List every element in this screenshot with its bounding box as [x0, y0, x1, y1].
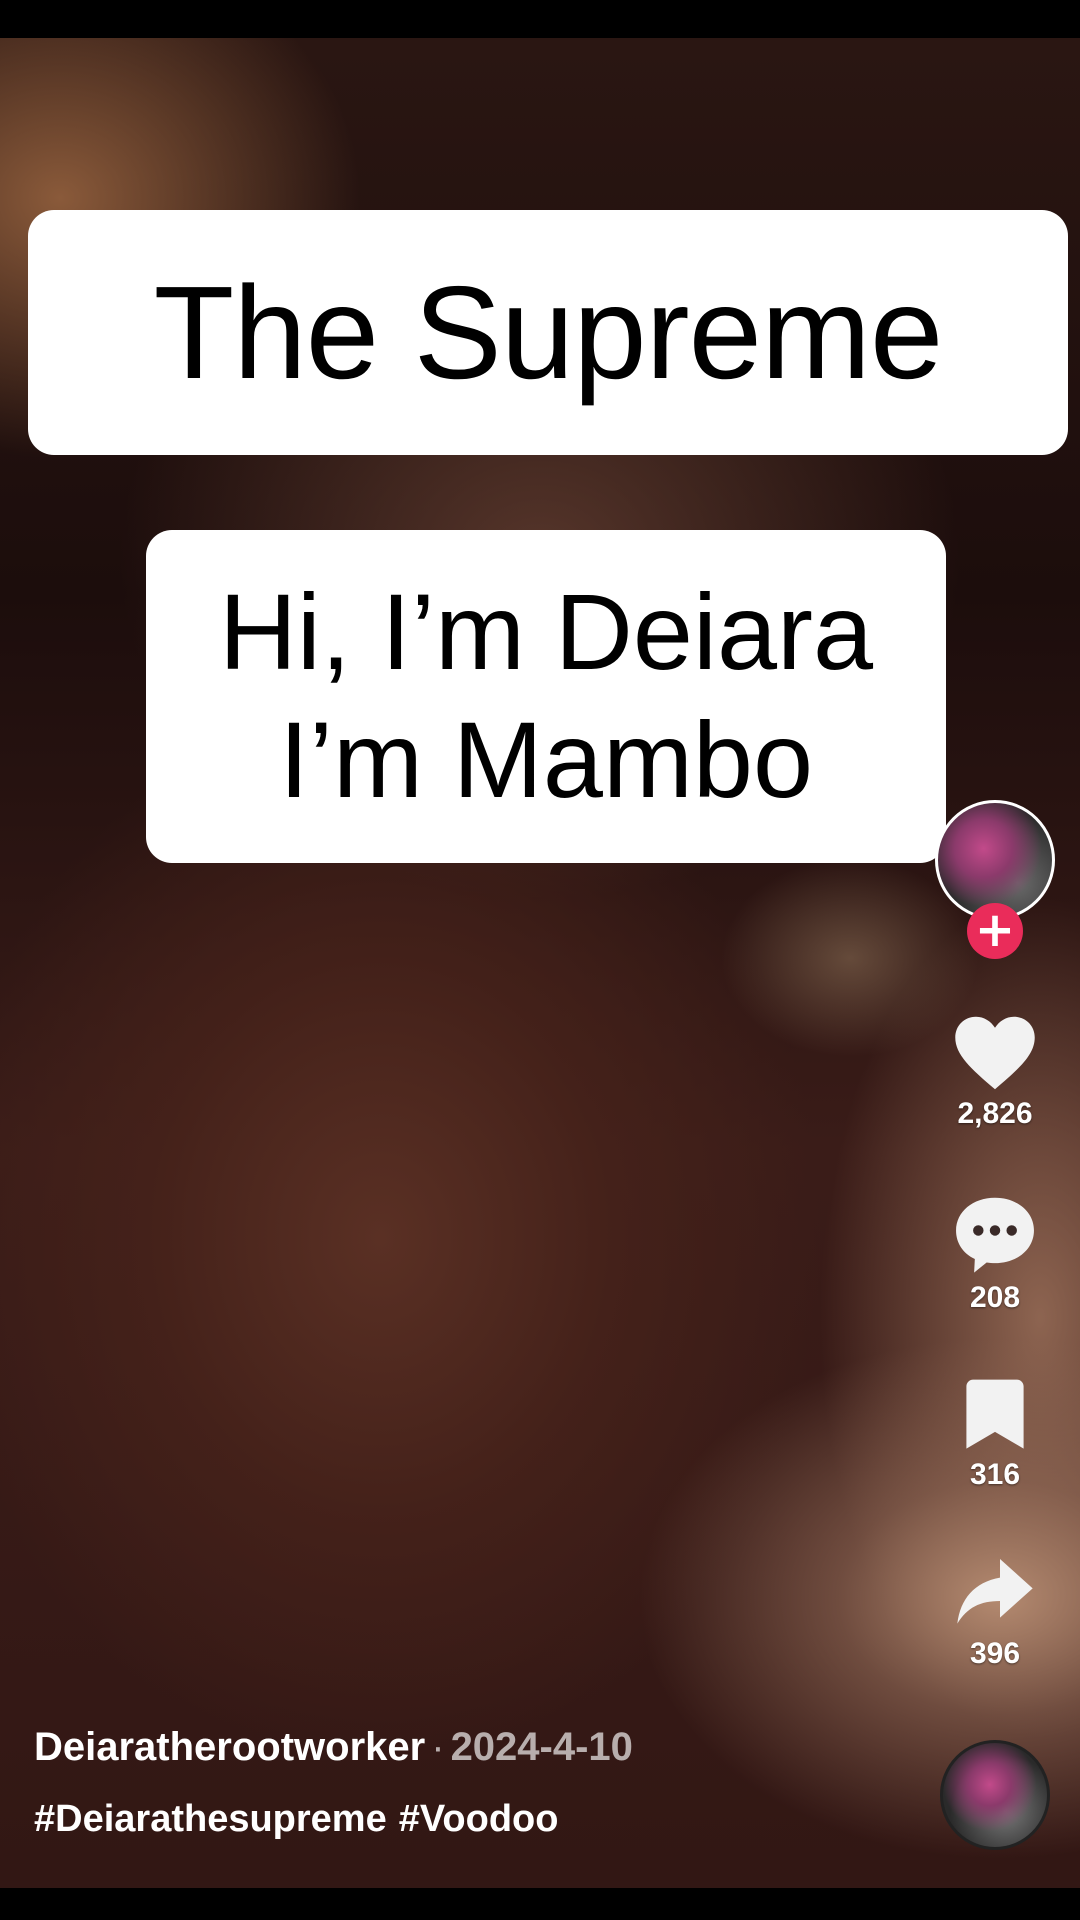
hashtag-link[interactable]: #Voodoo — [399, 1798, 559, 1840]
heart-icon — [955, 1016, 1035, 1090]
overlay-caption-title: The Supreme — [28, 210, 1068, 455]
bookmark-icon — [966, 1379, 1024, 1449]
like-button[interactable]: 2,826 — [930, 1015, 1060, 1131]
overlay-caption-intro: Hi, I’m Deiara I’m Mambo — [146, 530, 946, 863]
share-icon — [957, 1559, 1033, 1624]
follow-button[interactable]: + — [967, 903, 1023, 959]
overlay-caption-line: I’m Mambo — [278, 699, 814, 820]
post-header: Deiaratherootworker · 2024-4-10 — [34, 1725, 633, 1770]
separator-dot: · — [431, 1725, 445, 1769]
comment-icon — [956, 1197, 1034, 1273]
username-link[interactable]: Deiaratherootworker — [34, 1725, 425, 1769]
share-count: 396 — [969, 1637, 1021, 1670]
overlay-caption-line: Hi, I’m Deiara — [218, 571, 874, 692]
bottom-bar — [0, 1888, 1080, 1920]
hashtag-link[interactable]: #Deiarathesupreme — [34, 1798, 387, 1840]
save-button[interactable]: 316 — [930, 1378, 1060, 1492]
comment-count: 208 — [969, 1281, 1021, 1314]
comment-button[interactable]: 208 — [930, 1195, 1060, 1315]
like-count: 2,826 — [957, 1097, 1033, 1130]
music-disc-icon[interactable] — [940, 1740, 1050, 1850]
save-count: 316 — [969, 1458, 1021, 1491]
post-info: Deiaratherootworker · 2024-4-10 #Deiarathe… — [34, 1725, 633, 1841]
hashtag-list: #Deiarathesupreme #Voodoo — [34, 1798, 633, 1841]
post-date: 2024-4-10 — [450, 1725, 633, 1769]
share-button[interactable]: 396 — [930, 1555, 1060, 1671]
video-screen: The Supreme Hi, I’m Deiara I’m Mambo + 2… — [0, 0, 1080, 1920]
